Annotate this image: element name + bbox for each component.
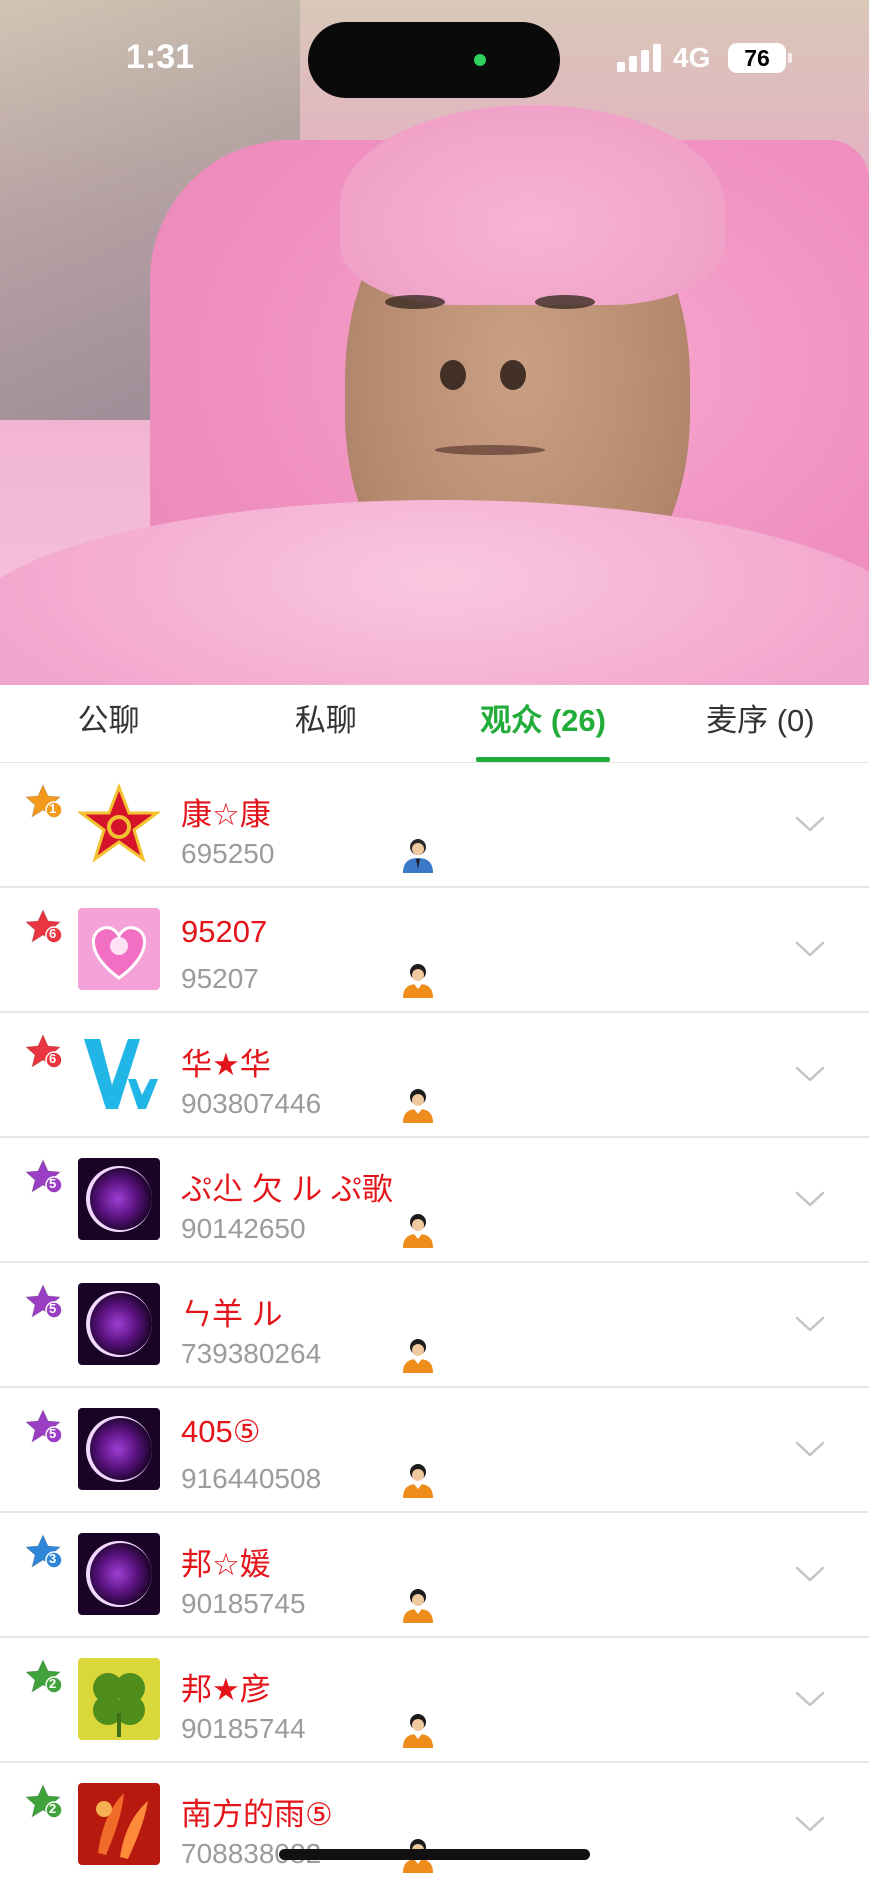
person-icon [399,1336,437,1374]
rank-star-icon [26,908,64,946]
rank-level: 2 [49,1676,57,1691]
chevron-down-icon[interactable] [795,815,825,833]
tab-audience[interactable]: 观众 (26) [435,685,652,762]
video-headband [340,105,725,305]
tab-public-chat[interactable]: 公聊 [0,685,217,762]
rank-level: 5 [49,1301,57,1316]
chevron-down-icon[interactable] [795,1690,825,1708]
user-id: 90142650 [181,1213,306,1244]
avatar[interactable] [78,1533,160,1615]
user-name: ぷ尐 欠 ル ぷ歌 [181,1172,393,1207]
user-name: ㄣ羊 ル [181,1297,283,1332]
tab-bar: 公聊 私聊 观众 (26) 麦序 (0) [0,685,869,763]
chevron-down-icon[interactable] [795,1190,825,1208]
person-icon [399,1711,437,1749]
rank-star-icon [26,1658,64,1696]
user-id: 739380264 [181,1338,322,1369]
rank-level: 6 [49,1051,57,1066]
user-name: 康☆康 [181,797,271,832]
person-icon [399,1461,437,1499]
rank-star-icon [26,783,64,821]
user-name: 95207 [181,914,268,949]
tab-private-chat[interactable]: 私聊 [217,685,434,762]
user-id: 90185745 [181,1588,306,1619]
avatar[interactable] [78,1158,160,1240]
tab-mic-queue[interactable]: 麦序 (0) [652,685,869,762]
video-eye [385,295,445,309]
user-id: 916440508 [181,1463,322,1494]
avatar[interactable] [78,908,160,990]
rank-star-icon [26,1033,64,1071]
person-icon [399,1211,437,1249]
avatar[interactable] [78,1033,160,1115]
video-nostril [440,360,466,390]
user-name: 405⑤ [181,1414,261,1449]
user-id: 95207 [181,963,259,994]
camera-indicator-icon [474,54,486,66]
avatar[interactable] [78,1408,160,1490]
avatar[interactable] [78,1283,160,1365]
user-id: 90185744 [181,1713,306,1744]
rank-level: 2 [49,1801,57,1816]
audience-row[interactable]: 1 康☆康 695250 [0,763,869,888]
cellular-signal-icon [617,44,663,72]
rank-level: 1 [49,801,57,816]
rank-star-icon [26,1533,64,1571]
chevron-down-icon[interactable] [795,1065,825,1083]
chevron-down-icon[interactable] [795,1440,825,1458]
live-room-screen: 1:31 4G 76 公聊 私聊 观众 (26) 麦序 (0) 1 康☆康 6952… [0,0,869,1882]
user-id: 903807446 [181,1088,322,1119]
home-indicator[interactable] [279,1849,590,1860]
person-icon [399,1586,437,1624]
audience-row[interactable]: 5 ㄣ羊 ル 739380264 [0,1263,869,1388]
avatar[interactable] [78,783,160,865]
chevron-down-icon[interactable] [795,1315,825,1333]
chevron-down-icon[interactable] [795,940,825,958]
rank-star-icon [26,1158,64,1196]
audience-row[interactable]: 2 南方的雨⑤ 708838082 [0,1763,869,1882]
rank-level: 5 [49,1176,57,1191]
chevron-down-icon[interactable] [795,1815,825,1833]
user-name: 邦★彦 [181,1672,271,1707]
video-mouth [435,445,545,455]
rank-star-icon [26,1283,64,1321]
dynamic-island [308,22,560,98]
audience-row[interactable]: 5 ぷ尐 欠 ル ぷ歌 90142650 [0,1138,869,1263]
video-nostril [500,360,526,390]
person-icon [399,1086,437,1124]
rank-level: 3 [49,1551,57,1566]
battery-icon: 76 [728,43,792,73]
network-type: 4G [673,42,711,73]
audience-list: 1 康☆康 695250 6 95207 95207 6 华★华 903807446 5 ぷ尐 欠 … [0,763,869,1882]
user-name: 邦☆媛 [181,1547,271,1582]
video-towel [0,500,869,685]
person-icon [399,961,437,999]
audience-row[interactable]: 6 华★华 903807446 [0,1013,869,1138]
avatar[interactable] [78,1658,160,1740]
audience-row[interactable]: 5 405⑤ 916440508 [0,1388,869,1513]
user-name: 南方的雨⑤ [181,1797,333,1832]
status-bar: 1:31 4G 76 [0,0,869,120]
battery-level: 76 [744,45,770,71]
status-time: 1:31 [126,38,195,76]
rank-star-icon [26,1783,64,1821]
user-id: 695250 [181,838,275,869]
rank-star-icon [26,1408,64,1446]
audience-row[interactable]: 6 95207 95207 [0,888,869,1013]
rank-level: 6 [49,926,57,941]
rank-level: 5 [49,1426,57,1441]
chevron-down-icon[interactable] [795,1565,825,1583]
video-eye [535,295,595,309]
admin-person-icon [399,836,437,874]
audience-row[interactable]: 3 邦☆媛 90185745 [0,1513,869,1638]
user-name: 华★华 [181,1047,271,1082]
avatar[interactable] [78,1783,160,1865]
audience-row[interactable]: 2 邦★彦 90185744 [0,1638,869,1763]
